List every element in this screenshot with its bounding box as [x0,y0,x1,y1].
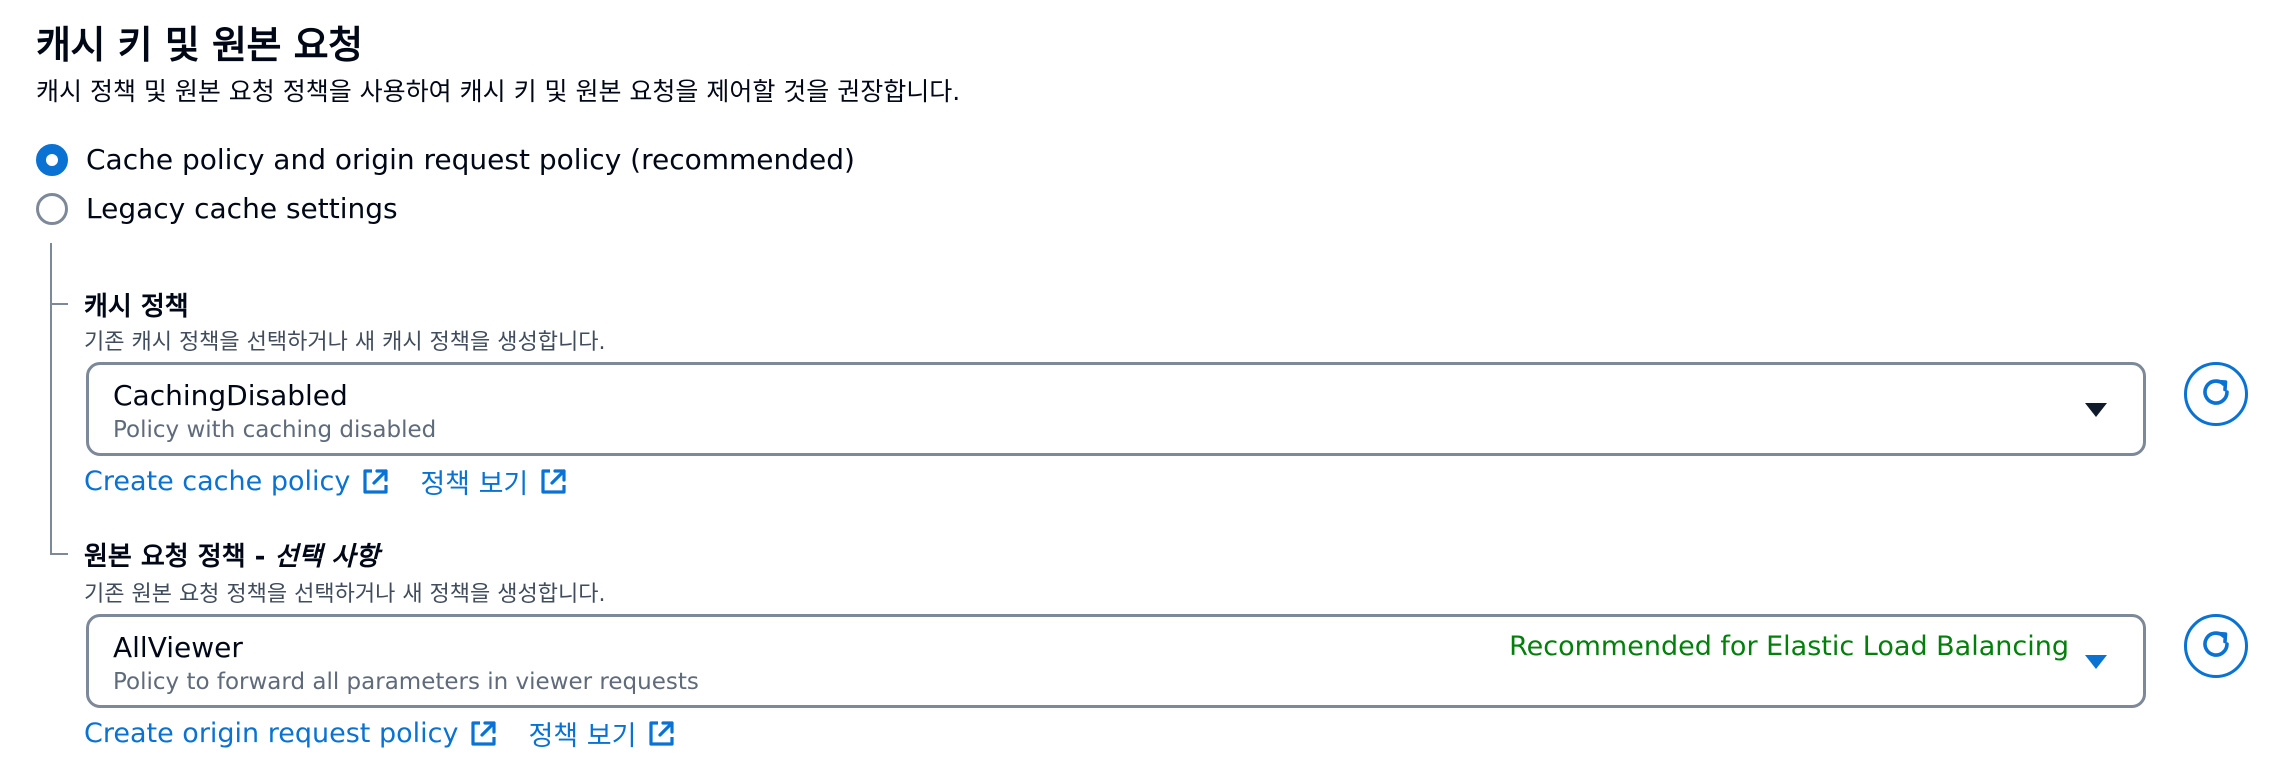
select-value-description: Policy to forward all parameters in view… [113,669,699,695]
external-link-icon [360,467,390,497]
recommended-tag: Recommended for Elastic Load Balancing [1509,631,2069,662]
origin-request-policy-description: 기존 원본 요청 정책을 선택하거나 새 정책을 생성합니다. [84,582,606,607]
refresh-origin-request-policy-button[interactable] [2184,614,2248,678]
origin-request-policy-links: Create origin request policy 정책 보기 [84,714,676,753]
cache-policy-label: 캐시 정책 [84,292,189,322]
select-value: CachingDisabled [113,379,348,412]
link-text: 정책 보기 [420,469,529,500]
tree-tick [50,553,68,555]
refresh-icon [2196,624,2236,668]
caret-down-icon [2085,403,2107,417]
radio-cache-policy[interactable]: Cache policy and origin request policy (… [36,143,855,176]
link-text: Create origin request policy [84,718,459,749]
tree-connector [50,243,52,555]
origin-request-policy-select[interactable]: AllViewer Policy to forward all paramete… [86,614,2146,708]
select-value: AllViewer [113,631,243,664]
external-link-icon [468,719,498,749]
label-text: 원본 요청 정책 - [84,542,275,572]
section-description: 캐시 정책 및 원본 요청 정책을 사용하여 캐시 키 및 원본 요청을 제어할… [36,77,961,106]
cache-policy-links: Create cache policy 정책 보기 [84,462,568,501]
radio-legacy-cache[interactable]: Legacy cache settings [36,192,398,225]
origin-request-policy-label: 원본 요청 정책 - 선택 사항 [84,536,379,573]
cache-policy-select[interactable]: CachingDisabled Policy with caching disa… [86,362,2146,456]
cache-policy-description: 기존 캐시 정책을 선택하거나 새 캐시 정책을 생성합니다. [84,330,606,355]
view-origin-request-policy-link[interactable]: 정책 보기 [528,714,676,753]
radio-label: Cache policy and origin request policy (… [86,143,855,176]
radio-button-selected[interactable] [36,143,68,176]
link-text: 정책 보기 [528,721,637,752]
create-origin-request-policy-link[interactable]: Create origin request policy [84,718,498,749]
create-cache-policy-link[interactable]: Create cache policy [84,466,390,497]
link-text: Create cache policy [84,466,351,497]
optional-text: 선택 사항 [274,542,380,572]
radio-button[interactable] [36,192,68,225]
section-title: 캐시 키 및 원본 요청 [36,23,363,67]
radio-label: Legacy cache settings [86,192,398,225]
refresh-cache-policy-button[interactable] [2184,362,2248,426]
external-link-icon [538,467,568,497]
refresh-icon [2196,372,2236,416]
caret-down-icon [2085,655,2107,669]
tree-tick [50,303,68,305]
external-link-icon [646,719,676,749]
view-cache-policy-link[interactable]: 정책 보기 [420,462,568,501]
select-value-description: Policy with caching disabled [113,417,437,443]
